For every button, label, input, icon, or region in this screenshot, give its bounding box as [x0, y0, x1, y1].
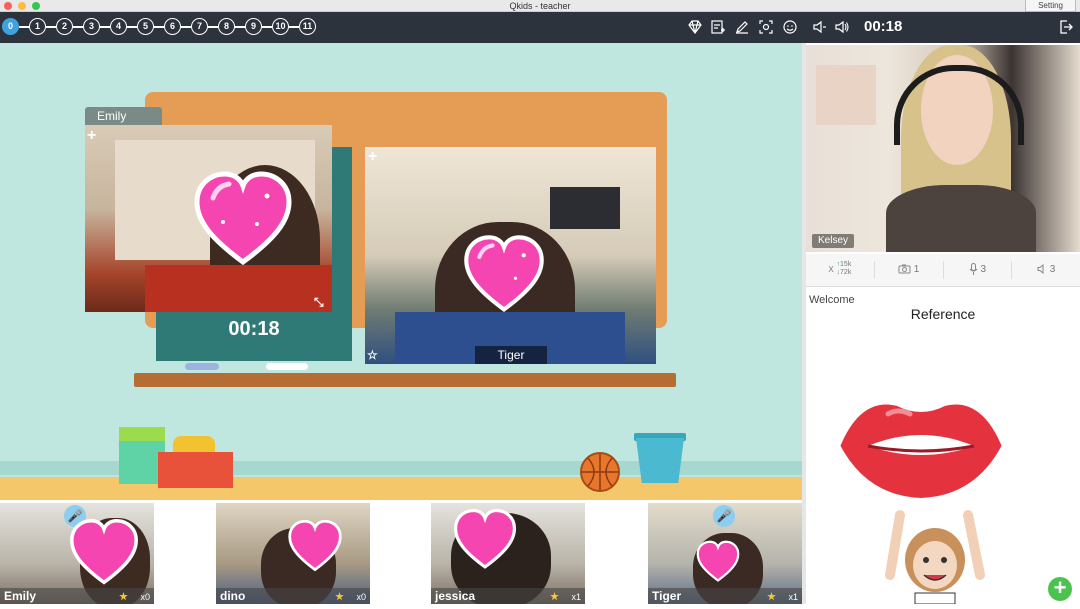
- teacher-video-feed: [806, 45, 1080, 252]
- add-button[interactable]: +: [1048, 577, 1072, 601]
- student-tile-emily[interactable]: 🎤 Emily x0: [0, 503, 154, 604]
- wall-decor: [816, 65, 876, 125]
- volume-down-icon[interactable]: [812, 19, 828, 35]
- step-2[interactable]: 2: [56, 18, 73, 35]
- exit-icon[interactable]: [1058, 19, 1074, 35]
- step-8[interactable]: 8: [218, 18, 235, 35]
- star-count: x0: [140, 592, 150, 602]
- student-tile-tiger[interactable]: 🎤 Tiger x1: [648, 503, 802, 604]
- step-11[interactable]: 11: [299, 18, 316, 35]
- gift-box-red-icon: [158, 452, 233, 488]
- step-10[interactable]: 10: [272, 18, 289, 35]
- speaker-count: 3: [1049, 264, 1056, 275]
- step-1[interactable]: 1: [29, 18, 46, 35]
- gift-ribbon-yellow-icon: [173, 436, 215, 452]
- board-shelf: [134, 373, 676, 387]
- teacher-sweater: [886, 185, 1036, 252]
- student-name: Tiger: [652, 589, 682, 603]
- smile-icon[interactable]: [782, 19, 798, 35]
- camera-stat: 1: [875, 261, 944, 279]
- heart-sticker-icon: [286, 519, 344, 574]
- step-9[interactable]: 9: [245, 18, 262, 35]
- network-down: 72k: [840, 269, 852, 277]
- connection-stats: X ↑15k ↓72k 1 3 3: [806, 254, 1080, 287]
- network-up: 15k: [840, 261, 852, 269]
- step-6[interactable]: 6: [164, 18, 181, 35]
- heart-sticker-icon: [68, 518, 140, 588]
- step-7[interactable]: 7: [191, 18, 208, 35]
- network-stat: X ↑15k ↓72k: [806, 261, 875, 279]
- student-name: jessica: [435, 589, 476, 603]
- trash-bin-icon: [636, 438, 684, 483]
- camera-icon: [898, 264, 914, 275]
- step-4[interactable]: 4: [110, 18, 127, 35]
- resize-arrows-icon[interactable]: ⤡: [314, 294, 324, 310]
- partner-feed-name: Tiger: [475, 346, 547, 364]
- microphone-icon[interactable]: 🎤: [713, 505, 735, 527]
- camera-count: 1: [913, 264, 920, 275]
- student-feed-name-tab: Emily: [85, 107, 162, 125]
- speaker-stat: 3: [1012, 261, 1080, 279]
- gift-ribbon-green-icon: [119, 427, 165, 441]
- mic-count: 3: [980, 264, 987, 275]
- stage-timer: 00:18: [228, 318, 280, 340]
- reference-title: Reference: [910, 306, 976, 322]
- note-add-icon[interactable]: [710, 19, 726, 35]
- student-tile-dino[interactable]: dino x0: [216, 503, 370, 604]
- diamond-icon[interactable]: [687, 19, 703, 35]
- setting-button[interactable]: Setting: [1025, 0, 1076, 12]
- cartoon-avatar-icon: [880, 505, 990, 605]
- step-3[interactable]: 3: [83, 18, 100, 35]
- heart-sticker-icon: [458, 234, 550, 316]
- expand-plus-icon[interactable]: +: [368, 149, 377, 165]
- lips-sticker-icon: [828, 384, 1014, 508]
- star-count: x1: [788, 592, 798, 602]
- step-0[interactable]: 0: [2, 18, 19, 35]
- star-outline-icon[interactable]: ☆: [367, 347, 378, 363]
- student-tile-jessica[interactable]: jessica x1: [431, 503, 585, 604]
- heart-sticker-icon: [449, 508, 521, 572]
- screenshot-icon[interactable]: [758, 19, 774, 35]
- microphone-icon: [969, 263, 981, 276]
- star-count: x1: [571, 592, 581, 602]
- welcome-label: Welcome: [809, 294, 855, 306]
- speaker-icon: [1037, 264, 1050, 275]
- chalk-white: [266, 363, 308, 370]
- volume-up-icon[interactable]: [834, 19, 850, 35]
- window-titlebar: Qkids - teacher Setting: [0, 0, 1080, 12]
- expand-plus-icon[interactable]: +: [87, 128, 96, 144]
- pen-icon[interactable]: [734, 19, 750, 35]
- monitor: [550, 187, 620, 229]
- step-5[interactable]: 5: [137, 18, 154, 35]
- child-shirt: [145, 265, 332, 312]
- star-count: x0: [356, 592, 366, 602]
- chalk-blue: [185, 363, 219, 370]
- heart-sticker-icon: [192, 170, 294, 270]
- toolbar: 0 1 2 3 4 5 6 7 8 9 10 11 00:18: [0, 12, 1080, 43]
- student-name: dino: [220, 589, 246, 603]
- basketball-icon: [580, 452, 620, 492]
- lesson-steps: 0 1 2 3 4 5 6 7 8 9 10 11: [2, 18, 316, 35]
- heart-sticker-icon: [694, 540, 742, 584]
- lesson-timer: 00:18: [864, 18, 903, 35]
- window-title: Qkids - teacher: [509, 1, 571, 11]
- mic-stat: 3: [944, 261, 1013, 279]
- teacher-name-label: Kelsey: [812, 234, 855, 248]
- student-name: Emily: [4, 589, 37, 603]
